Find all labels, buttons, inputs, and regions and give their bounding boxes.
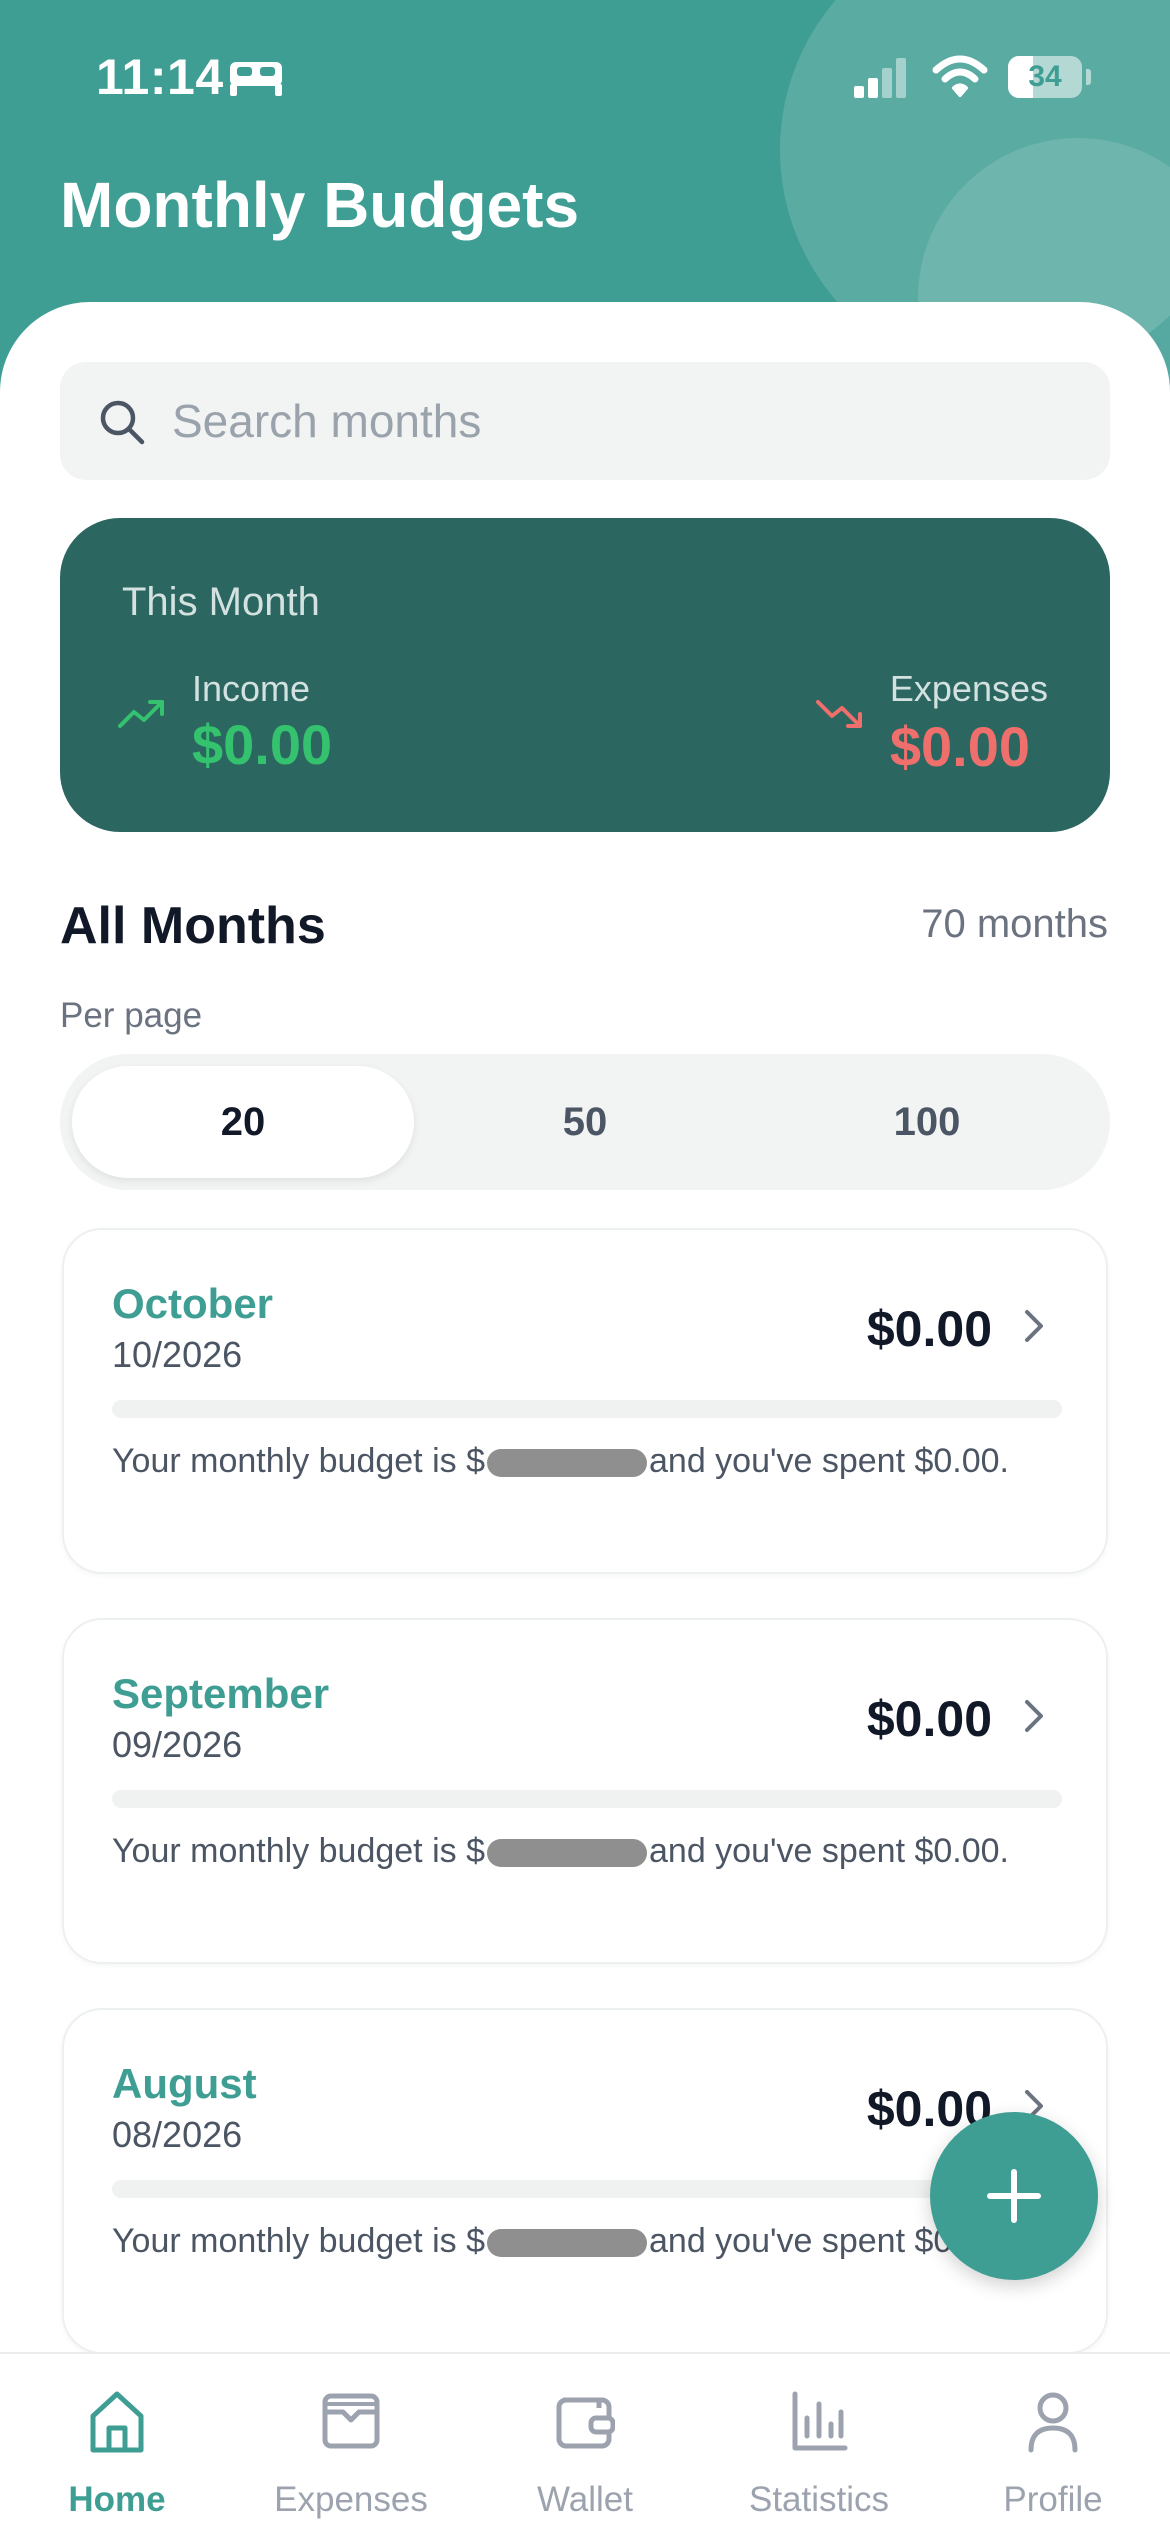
- per-page-option-20[interactable]: 20: [72, 1066, 414, 1178]
- month-date: 08/2026: [112, 2114, 243, 2155]
- budget-summary-text: Your monthly budget is $ and you've spent…: [112, 1442, 1009, 1480]
- chevron-right-icon: [1025, 1310, 1043, 1342]
- wifi-icon: [932, 55, 988, 97]
- per-page-option-100[interactable]: 100: [756, 1066, 1098, 1178]
- status-time: 11:14: [96, 49, 224, 105]
- trending-up-icon: [118, 700, 164, 728]
- month-date: 09/2026: [112, 1724, 243, 1765]
- tab-label: Profile: [1003, 2480, 1103, 2519]
- tab-label: Wallet: [537, 2480, 633, 2519]
- summary-title: This Month: [122, 580, 320, 624]
- month-name: October: [112, 1280, 274, 1327]
- home-icon: [90, 2391, 144, 2453]
- search-bar[interactable]: [60, 362, 1110, 480]
- status-bar: 11:14 34: [0, 0, 1170, 150]
- expenses-block: Expenses $0.00: [890, 668, 1048, 779]
- bottom-tab-bar: Home Expenses Wallet Statistics Profile: [0, 2352, 1170, 2532]
- tab-expenses[interactable]: Expenses: [234, 2354, 468, 2532]
- expenses-value: $0.00: [889, 715, 1031, 778]
- per-page-label: Per page: [60, 996, 203, 1035]
- envelope-icon: [322, 2393, 380, 2449]
- budget-progress-bar: [112, 1400, 1062, 1418]
- battery-icon: 34: [1008, 56, 1091, 98]
- tab-wallet[interactable]: Wallet: [468, 2354, 702, 2532]
- tab-home[interactable]: Home: [0, 2354, 234, 2532]
- month-date: 10/2026: [112, 1334, 243, 1375]
- all-months-title: All Months: [60, 897, 326, 955]
- month-card-september[interactable]: September 09/2026 $0.00 Your monthly bud…: [62, 1618, 1108, 1964]
- search-input[interactable]: [172, 362, 1072, 480]
- page-title: Monthly Budgets: [60, 169, 580, 241]
- tab-label: Statistics: [748, 2480, 890, 2519]
- redacted-amount: [487, 2229, 647, 2258]
- redacted-amount: [487, 1839, 647, 1868]
- bed-icon: [230, 62, 282, 96]
- month-name: August: [112, 2060, 257, 2107]
- months-count: 70 months: [921, 902, 1108, 946]
- user-icon: [1028, 2392, 1078, 2453]
- budget-summary-text: Your monthly budget is $ and you've spent…: [112, 1832, 1009, 1870]
- month-name: September: [112, 1670, 330, 1717]
- bar-chart-icon: [792, 2391, 848, 2451]
- month-amount: $0.00: [866, 1301, 992, 1357]
- income-value: $0.00: [192, 713, 333, 776]
- plus-icon: [987, 2169, 1041, 2223]
- wallet-icon: [556, 2397, 615, 2449]
- chevron-right-icon: [1025, 1700, 1043, 1732]
- budget-progress-bar: [112, 2180, 1062, 2198]
- month-amount: $0.00: [866, 1691, 992, 1747]
- redacted-amount: [487, 1449, 647, 1478]
- budget-progress-bar: [112, 1790, 1062, 1808]
- income-label: Income: [192, 668, 311, 709]
- tab-statistics[interactable]: Statistics: [702, 2354, 936, 2532]
- tab-label: Expenses: [274, 2480, 428, 2519]
- per-page-selector: 20 50 100: [60, 1054, 1110, 1190]
- per-page-option-50[interactable]: 50: [414, 1066, 756, 1178]
- trending-down-icon: [816, 700, 862, 728]
- budget-summary-text: Your monthly budget is $ and you've spent…: [112, 2222, 1009, 2260]
- tab-profile[interactable]: Profile: [936, 2354, 1170, 2532]
- month-card-october[interactable]: October 10/2026 $0.00 Your monthly budge…: [62, 1228, 1108, 1574]
- add-month-button[interactable]: [930, 2112, 1098, 2280]
- this-month-summary-card: This Month Income $0.00 Expenses $0.00: [60, 518, 1110, 832]
- signal-icon: [854, 58, 906, 98]
- battery-level: 34: [1028, 60, 1062, 93]
- tab-label: Home: [68, 2480, 166, 2519]
- search-icon: [100, 400, 145, 445]
- expenses-label: Expenses: [889, 668, 1048, 709]
